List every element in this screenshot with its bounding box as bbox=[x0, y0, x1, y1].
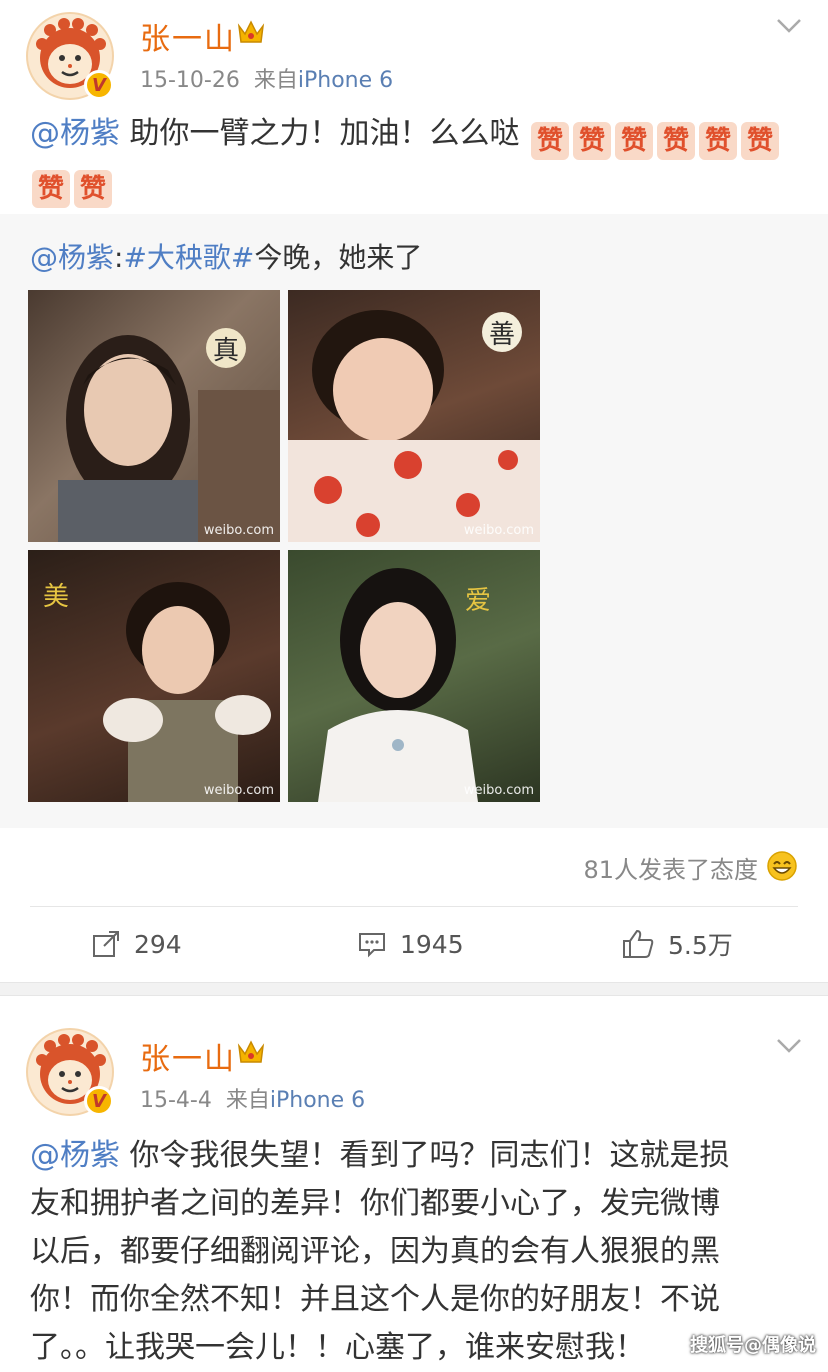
post-text: @杨紫 助你一臂之力！加油！么么哒 赞赞赞赞赞赞赞赞 bbox=[30, 112, 800, 208]
post-meta: 15-4-4 来自iPhone 6 bbox=[140, 1082, 365, 1114]
photo-caption-char: 美 bbox=[36, 574, 76, 614]
photo-4[interactable]: 爱 weibo.com bbox=[288, 550, 540, 802]
zan-emoji-icon: 赞 bbox=[32, 170, 70, 208]
zan-emoji-icon: 赞 bbox=[615, 122, 653, 160]
photo-caption-char: 爱 bbox=[458, 578, 498, 618]
repost-text: @杨紫:#大秧歌#今晚，她来了 bbox=[30, 236, 422, 276]
verified-badge-icon: V bbox=[84, 1086, 114, 1116]
post-separator bbox=[0, 982, 828, 996]
comment-icon bbox=[358, 930, 386, 958]
post-body: 助你一臂之力！加油！么么哒 bbox=[120, 116, 520, 151]
text-line-content: 你令我很失望！看到了吗？同志们！这就是损 bbox=[120, 1138, 730, 1173]
text-line: 以后，都要仔细翻阅评论，因为真的会有人狠狠的黑 bbox=[30, 1228, 810, 1276]
crown-icon bbox=[236, 18, 266, 46]
weibo-post-2: V 张一山 15-4-4 来自iPhone 6 @杨紫 你令我很失望！看到了吗？… bbox=[0, 996, 828, 1369]
text-line: 你！而你全然不知！并且这个人是你的好朋友！不说 bbox=[30, 1276, 810, 1324]
post-date: 15-10-26 bbox=[140, 68, 240, 93]
author-name[interactable]: 张一山 bbox=[140, 14, 236, 58]
repost-button[interactable]: 294 bbox=[92, 924, 182, 964]
photo-watermark: weibo.com bbox=[464, 783, 534, 798]
chevron-down-icon[interactable] bbox=[775, 1036, 803, 1056]
thumbs-up-icon bbox=[622, 929, 654, 959]
source-prefix: 来自 bbox=[254, 68, 298, 93]
repost-icon bbox=[92, 930, 120, 958]
text-line: @杨紫 你令我很失望！看到了吗？同志们！这就是损 bbox=[30, 1132, 810, 1180]
repost-count: 294 bbox=[134, 930, 182, 959]
mention-link[interactable]: @杨紫 bbox=[30, 116, 120, 151]
post-source[interactable]: iPhone 6 bbox=[270, 1088, 365, 1113]
comment-button[interactable]: 1945 bbox=[358, 924, 464, 964]
portrait-illustration bbox=[28, 290, 280, 542]
photo-caption-char: 真 bbox=[206, 328, 246, 368]
attitude-count[interactable]: 81人发表了态度 bbox=[583, 850, 758, 885]
source-watermark: 搜狐号@偶像说 bbox=[690, 1331, 816, 1357]
repost-mention[interactable]: @杨紫 bbox=[30, 241, 114, 274]
verified-badge-icon: V bbox=[84, 70, 114, 100]
photo-3[interactable]: 美 weibo.com bbox=[28, 550, 280, 802]
like-count: 5.5万 bbox=[668, 926, 733, 962]
repost-card[interactable]: @杨紫:#大秧歌#今晚，她来了 真 weibo.com bbox=[0, 214, 828, 828]
post-meta: 15-10-26 来自iPhone 6 bbox=[140, 62, 393, 94]
avatar[interactable]: V bbox=[26, 12, 114, 100]
crown-icon bbox=[236, 1038, 266, 1066]
comment-count: 1945 bbox=[400, 930, 464, 959]
zan-emoji-icon: 赞 bbox=[573, 122, 611, 160]
photo-2[interactable]: 善 weibo.com bbox=[288, 290, 540, 542]
smiley-icon[interactable] bbox=[766, 850, 798, 882]
zan-emoji-icon: 赞 bbox=[74, 170, 112, 208]
hashtag-link[interactable]: #大秧歌# bbox=[123, 241, 254, 274]
avatar[interactable]: V bbox=[26, 1028, 114, 1116]
post-source[interactable]: iPhone 6 bbox=[298, 68, 393, 93]
photo-watermark: weibo.com bbox=[464, 523, 534, 538]
divider bbox=[30, 906, 798, 907]
source-prefix: 来自 bbox=[226, 1088, 270, 1113]
text-line: 友和拥护者之间的差异！你们都要小心了，发完微博 bbox=[30, 1180, 810, 1228]
chevron-down-icon[interactable] bbox=[775, 16, 803, 36]
zan-emoji-icon: 赞 bbox=[531, 122, 569, 160]
photo-watermark: weibo.com bbox=[204, 783, 274, 798]
post-date: 15-4-4 bbox=[140, 1088, 212, 1113]
photo-1[interactable]: 真 weibo.com bbox=[28, 290, 280, 542]
weibo-post-1: V 张一山 15-10-26 来自iPhone 6 @杨紫 助你一臂之力！加油！… bbox=[0, 0, 828, 982]
zan-emoji-icon: 赞 bbox=[699, 122, 737, 160]
author-name[interactable]: 张一山 bbox=[140, 1034, 236, 1078]
zan-emoji-icon: 赞 bbox=[657, 122, 695, 160]
repost-body: 今晚，她来了 bbox=[254, 241, 422, 274]
zan-emoji-icon: 赞 bbox=[741, 122, 779, 160]
portrait-illustration bbox=[288, 550, 540, 802]
photo-watermark: weibo.com bbox=[204, 523, 274, 538]
like-button[interactable]: 5.5万 bbox=[622, 924, 733, 964]
mention-link[interactable]: @杨紫 bbox=[30, 1138, 120, 1173]
photo-caption-char: 善 bbox=[482, 312, 522, 352]
